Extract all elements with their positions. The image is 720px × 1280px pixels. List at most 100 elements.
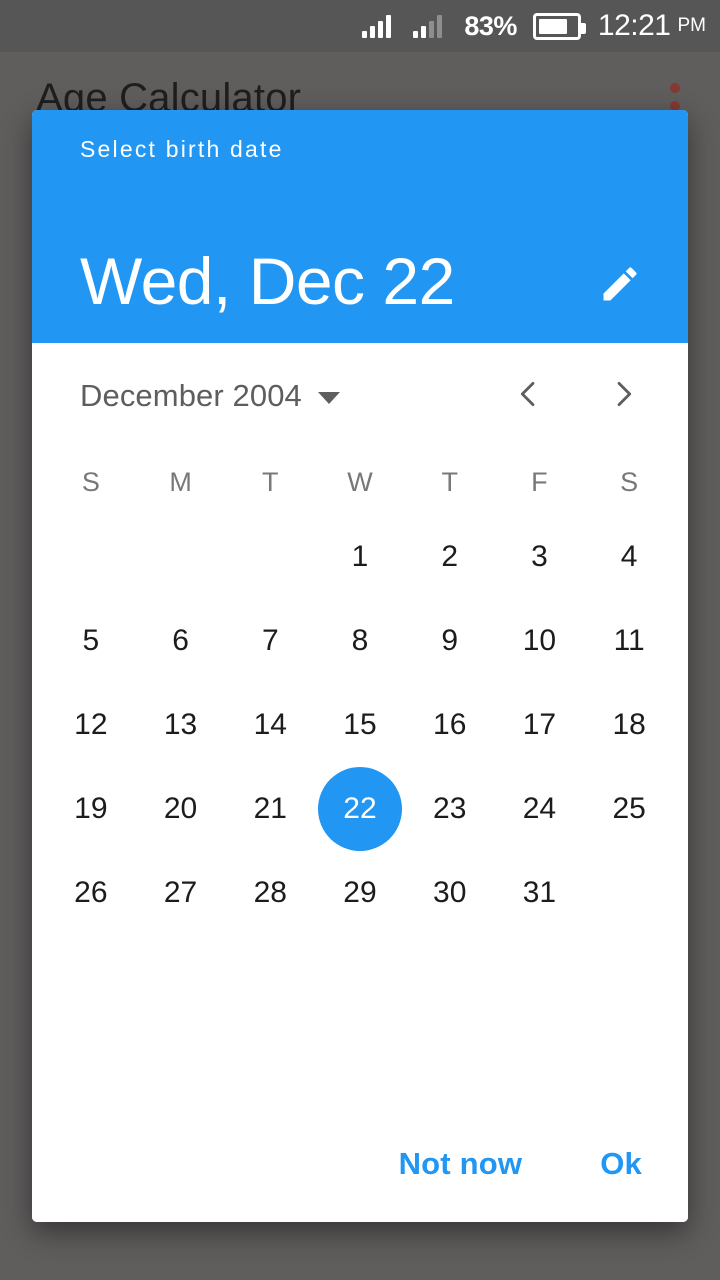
calendar-day-label: 28 (253, 876, 287, 909)
calendar-day-label: 9 (441, 624, 459, 657)
calendar-day-27[interactable]: 27 (136, 851, 226, 935)
calendar-day-12[interactable]: 12 (46, 683, 136, 767)
calendar-day-15[interactable]: 15 (315, 683, 405, 767)
calendar-day-label: 19 (74, 792, 108, 825)
clock-time-label: 12:21 (597, 9, 671, 42)
calendar-day-label: 4 (620, 540, 638, 573)
calendar-day-blank (46, 515, 136, 599)
calendar-day-grid: 1 2 3 4 5 6 7 8 9 10 11 12 13 14 15 16 17 18 19 20 21 22 23 24 2… (32, 515, 688, 935)
calendar-day-label: 7 (261, 624, 279, 657)
month-navigation-bar: December 2004 (32, 343, 688, 449)
calendar-day-label: 29 (343, 876, 377, 909)
calendar-day-label: 5 (82, 624, 100, 657)
calendar-day-label: 3 (531, 540, 548, 573)
month-year-label: December 2004 (80, 378, 302, 413)
calendar-day-label: 27 (163, 876, 198, 909)
chevron-down-icon (317, 392, 340, 404)
calendar-day-label: 23 (433, 792, 467, 825)
calendar-day-8[interactable]: 8 (315, 599, 405, 683)
calendar-day-25[interactable]: 25 (584, 767, 674, 851)
calendar-day-7[interactable]: 7 (225, 599, 315, 683)
calendar-body: December 2004 S M T W T F S 1 2 3 4 5 6 … (32, 343, 688, 1222)
calendar-day-9[interactable]: 9 (405, 599, 495, 683)
calendar-day-23[interactable]: 23 (405, 767, 495, 851)
edit-date-button[interactable] (594, 258, 646, 310)
calendar-day-label: 8 (351, 624, 369, 657)
calendar-day-28[interactable]: 28 (225, 851, 315, 935)
chevron-left-icon (511, 377, 545, 416)
calendar-day-label: 24 (522, 792, 557, 825)
calendar-day-2[interactable]: 2 (405, 515, 495, 599)
calendar-day-label: 20 (163, 792, 198, 825)
calendar-day-label: 14 (253, 708, 287, 741)
calendar-day-blank (225, 515, 315, 599)
previous-month-button[interactable] (500, 368, 556, 424)
calendar-day-30[interactable]: 30 (405, 851, 495, 935)
calendar-day-29[interactable]: 29 (315, 851, 405, 935)
confirm-button[interactable]: Ok (596, 1136, 646, 1192)
calendar-day-13[interactable]: 13 (136, 683, 226, 767)
calendar-day-label: 31 (522, 876, 557, 909)
battery-icon (532, 12, 586, 40)
date-picker-dialog: Select birth date Wed, Dec 22 December 2… (32, 110, 688, 1222)
calendar-day-22[interactable]: 22 (315, 767, 405, 851)
calendar-day-14[interactable]: 14 (225, 683, 315, 767)
calendar-day-24[interactable]: 24 (495, 767, 585, 851)
next-month-button[interactable] (596, 368, 652, 424)
calendar-day-label: 12 (74, 708, 108, 741)
calendar-day-5[interactable]: 5 (46, 599, 136, 683)
calendar-day-17[interactable]: 17 (495, 683, 585, 767)
clock-ampm-label: PM (677, 15, 707, 36)
selected-date-label: Wed, Dec 22 (80, 244, 455, 318)
calendar-day-label: 17 (522, 708, 557, 741)
calendar-day-label: 22 (317, 767, 402, 851)
calendar-day-4[interactable]: 4 (584, 515, 674, 599)
weekday-header-3: W (347, 466, 373, 497)
signal-strength-icon-1 (362, 14, 392, 38)
calendar-day-31[interactable]: 31 (495, 851, 585, 935)
battery-percent-label: 83% (464, 10, 517, 41)
cancel-button[interactable]: Not now (395, 1136, 527, 1192)
dialog-subtitle: Select birth date (80, 136, 284, 162)
calendar-day-label: 10 (522, 624, 557, 657)
pencil-icon (598, 262, 642, 306)
weekday-header-4: T (441, 466, 458, 497)
calendar-day-label: 2 (441, 540, 459, 573)
weekday-header-row: SMTWTFS (32, 449, 688, 515)
calendar-day-10[interactable]: 10 (495, 599, 585, 683)
weekday-header-5: F (531, 466, 548, 497)
calendar-day-3[interactable]: 3 (495, 515, 585, 599)
calendar-day-16[interactable]: 16 (405, 683, 495, 767)
date-picker-header: Select birth date Wed, Dec 22 (32, 110, 688, 343)
calendar-day-label: 1 (351, 540, 369, 573)
weekday-header-6: S (620, 466, 639, 497)
calendar-day-6[interactable]: 6 (136, 599, 226, 683)
calendar-day-21[interactable]: 21 (225, 767, 315, 851)
calendar-day-label: 11 (613, 624, 645, 657)
calendar-day-label: 15 (343, 708, 377, 741)
calendar-day-11[interactable]: 11 (584, 599, 674, 683)
calendar-day-1[interactable]: 1 (315, 515, 405, 599)
calendar-day-label: 18 (612, 708, 646, 741)
status-bar: 83% 12:21 PM (0, 0, 720, 52)
calendar-day-label: 13 (163, 708, 198, 741)
month-year-selector[interactable]: December 2004 (80, 378, 340, 414)
calendar-day-26[interactable]: 26 (46, 851, 136, 935)
calendar-day-blank (136, 515, 226, 599)
weekday-header-0: S (81, 466, 100, 497)
signal-strength-icon-2 (413, 14, 443, 38)
dialog-action-bar: Not now Ok (32, 1106, 688, 1222)
phone-screen: Age Calculator Select birth date Wed, De… (0, 0, 720, 1280)
calendar-day-label: 26 (74, 876, 108, 909)
calendar-day-20[interactable]: 20 (136, 767, 226, 851)
calendar-day-label: 6 (172, 624, 189, 657)
calendar-day-label: 21 (253, 792, 287, 825)
weekday-header-2: T (262, 466, 279, 497)
calendar-day-label: 30 (433, 876, 467, 909)
calendar-day-18[interactable]: 18 (584, 683, 674, 767)
chevron-right-icon (607, 377, 641, 416)
calendar-day-label: 16 (433, 708, 467, 741)
calendar-day-label: 25 (612, 792, 646, 825)
calendar-day-19[interactable]: 19 (46, 767, 136, 851)
weekday-header-1: M (169, 466, 192, 497)
